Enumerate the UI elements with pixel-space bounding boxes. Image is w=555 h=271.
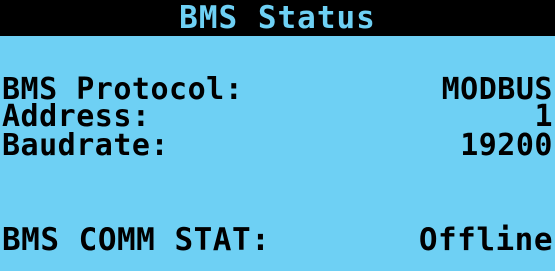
baudrate-row: Baudrate: 19200 (2, 130, 553, 162)
comm-status-value: Offline (418, 222, 553, 258)
bms-status-screen: BMS Status BMS Protocol: MODBUS Address:… (0, 0, 555, 271)
comm-status-row: BMS COMM STAT: Offline (2, 224, 553, 256)
page-title: BMS Status (179, 0, 376, 36)
baudrate-label: Baudrate: (2, 128, 170, 163)
comm-status-label: BMS COMM STAT: (2, 222, 271, 258)
baudrate-value: 19200 (460, 128, 553, 163)
